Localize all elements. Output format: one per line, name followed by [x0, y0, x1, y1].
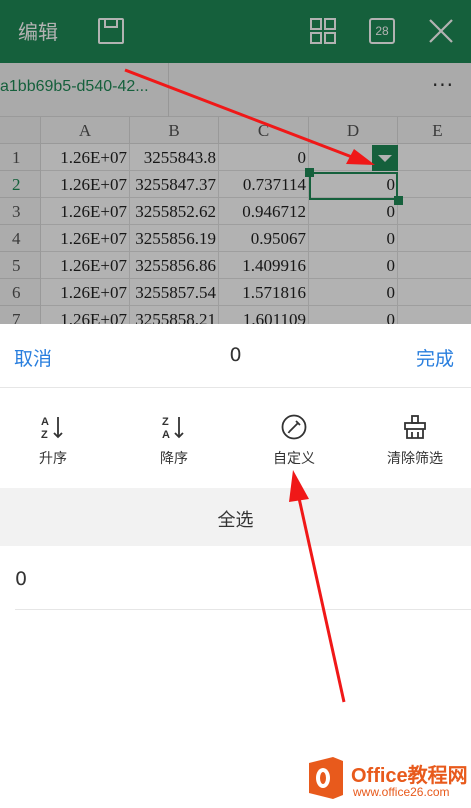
sort-descending-icon: Z A — [161, 414, 187, 440]
clear-filter-icon — [402, 414, 428, 440]
pencil-icon — [281, 414, 307, 440]
cancel-button[interactable]: 取消 — [14, 344, 52, 371]
sort-descending-button[interactable]: Z A 降序 — [129, 414, 219, 474]
select-all-row[interactable]: 全选 — [0, 488, 471, 546]
dim-overlay — [0, 0, 471, 324]
option-divider — [15, 609, 471, 610]
sort-ascending-icon: A Z — [40, 414, 66, 440]
filter-panel: 0 取消 完成 A Z 升序 Z A 降序 自定义 清除筛选 全选 0 — [0, 324, 471, 808]
watermark-logo: Office教程网 www.office26.com — [305, 755, 471, 803]
svg-text:A: A — [162, 429, 170, 440]
filter-panel-title: 0 — [229, 344, 242, 366]
select-all-label: 全选 — [217, 510, 254, 531]
clear-filter-button[interactable]: 清除筛选 — [370, 414, 460, 474]
sort-ascending-button[interactable]: A Z 升序 — [8, 414, 98, 474]
office-logo-icon — [305, 755, 347, 801]
custom-filter-label: 自定义 — [273, 451, 315, 467]
clear-filter-label: 清除筛选 — [387, 451, 443, 467]
filter-option-0[interactable]: 0 — [15, 568, 27, 590]
custom-filter-button[interactable]: 自定义 — [249, 414, 339, 474]
svg-text:Z: Z — [41, 429, 48, 440]
svg-text:A: A — [41, 416, 49, 428]
sort-ascending-label: 升序 — [39, 451, 67, 467]
svg-text:Z: Z — [162, 416, 169, 428]
watermark-url: www.office26.com — [353, 785, 450, 799]
done-button[interactable]: 完成 — [416, 344, 454, 371]
header-divider — [0, 387, 471, 388]
sort-descending-label: 降序 — [160, 451, 188, 467]
watermark-title: Office教程网 — [351, 765, 468, 787]
